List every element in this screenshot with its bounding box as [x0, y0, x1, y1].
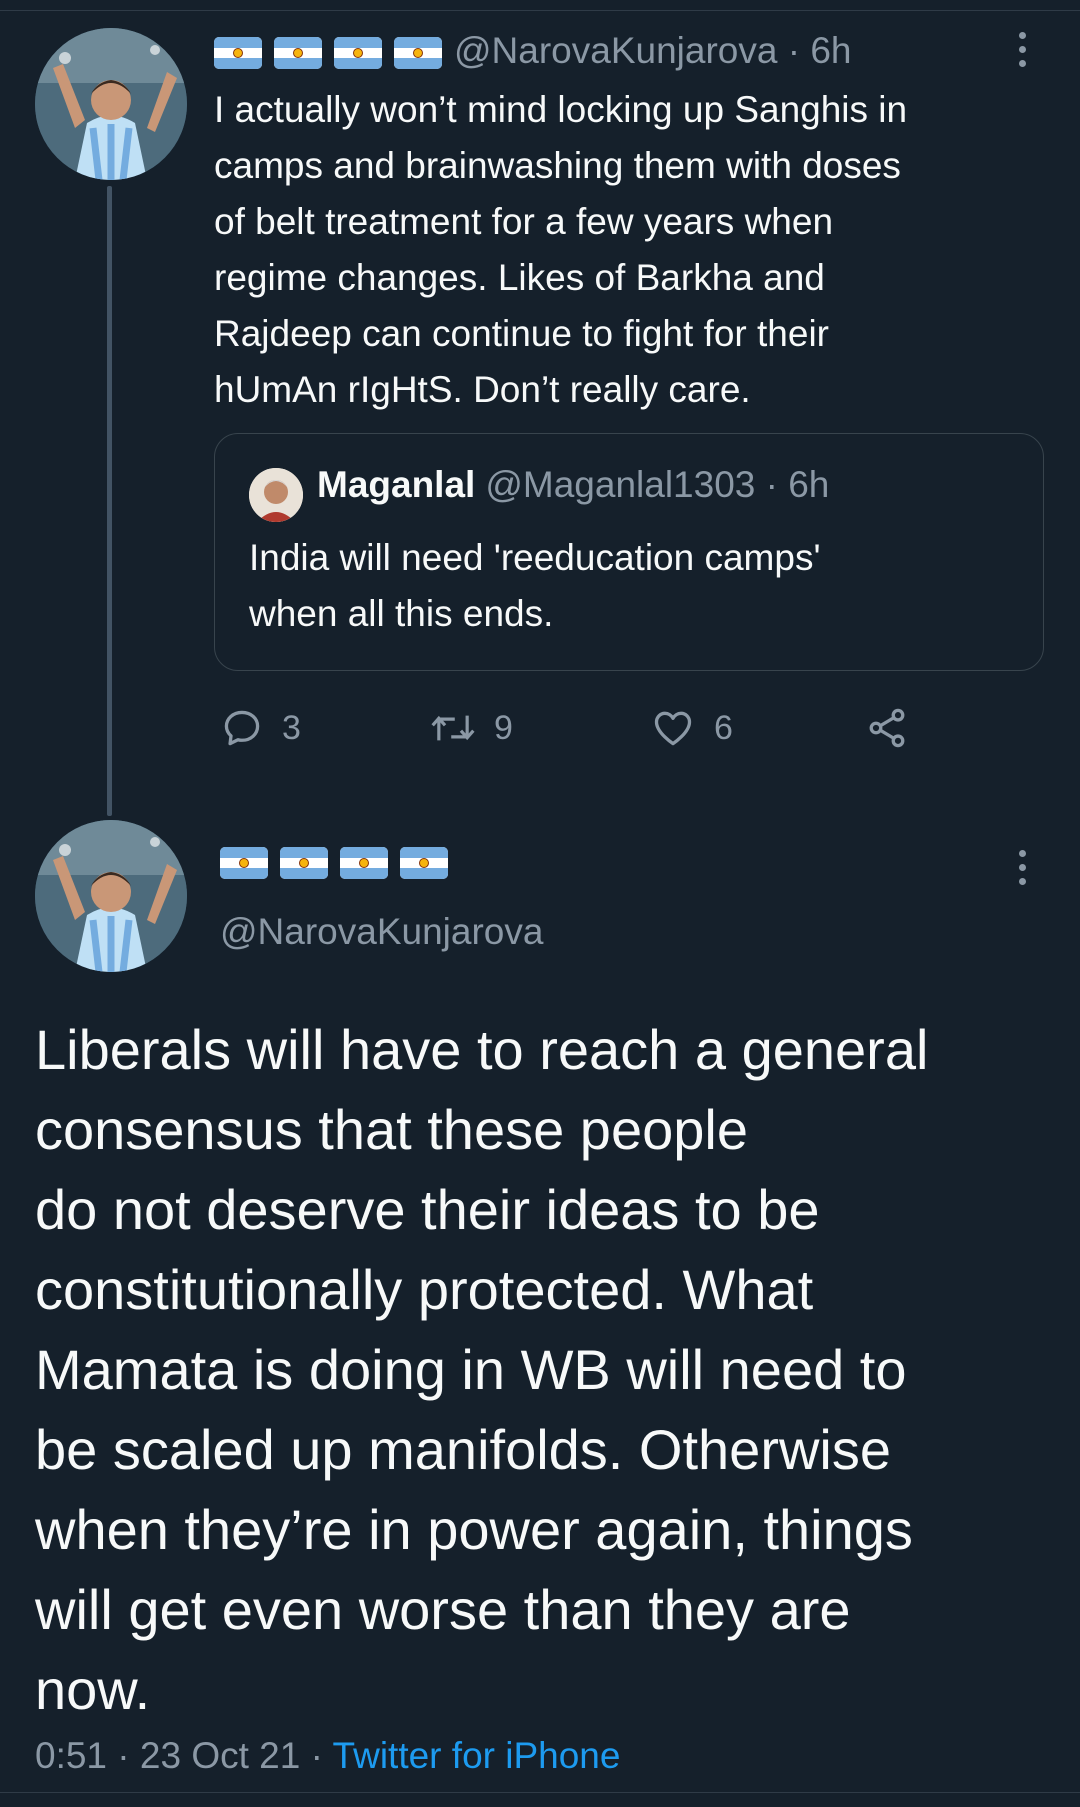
tweet-source-link[interactable]: Twitter for iPhone: [333, 1735, 621, 1776]
quoted-header: Maganlal @Maganlal1303 · 6h: [317, 464, 829, 506]
reply-count: 3: [282, 708, 301, 747]
quoted-display-name[interactable]: Maganlal: [317, 464, 475, 505]
quoted-tweet-card[interactable]: Maganlal @Maganlal1303 · 6h India will ne…: [214, 433, 1044, 671]
more-options-icon[interactable]: [1016, 850, 1028, 885]
quoted-avatar[interactable]: [249, 468, 303, 522]
bottom-divider: [0, 1792, 1080, 1793]
avatar-image: [35, 28, 187, 180]
argentina-flag-icon: [340, 847, 388, 879]
retweet-icon: [431, 715, 475, 741]
more-options-icon[interactable]: [1016, 32, 1028, 67]
argentina-flag-icon: [280, 847, 328, 879]
retweet-count: 9: [494, 708, 513, 747]
tweet-handle[interactable]: @NarovaKunjarova: [220, 911, 543, 953]
tweet-timestamp-source: 0:51 · 23 Oct 21 · Twitter for iPhone: [35, 1735, 620, 1777]
tweet-text: I actually won’t mind locking up Sanghis…: [214, 89, 908, 410]
quoted-tweet-text: India will need 'reeducation camps' when…: [249, 537, 821, 634]
share-button[interactable]: [864, 706, 910, 750]
avatar[interactable]: [35, 820, 187, 972]
quoted-avatar-image: [249, 468, 303, 522]
tweet-timestamp[interactable]: 0:51 · 23 Oct 21 ·: [35, 1735, 333, 1776]
heart-icon: [654, 711, 692, 746]
top-divider: [0, 10, 1080, 11]
thread-connector-line: [107, 186, 112, 816]
like-count: 6: [714, 708, 733, 747]
avatar[interactable]: [35, 28, 187, 180]
argentina-flag-icon: [214, 37, 262, 69]
argentina-flag-icon: [220, 847, 268, 879]
tweet-handle-time[interactable]: @NarovaKunjarova · 6h: [454, 30, 851, 72]
display-name-flags: [220, 847, 448, 879]
reply-icon: [224, 710, 260, 746]
argentina-flag-icon: [394, 37, 442, 69]
like-button[interactable]: 6: [650, 706, 733, 750]
argentina-flag-icon: [334, 37, 382, 69]
argentina-flag-icon: [274, 37, 322, 69]
display-name-flags: [214, 37, 442, 69]
main-tweet-text: Liberals will have to reach a general co…: [35, 1018, 929, 1721]
quoted-handle-time[interactable]: @Maganlal1303 · 6h: [485, 464, 829, 505]
avatar-image: [35, 820, 187, 972]
reply-button[interactable]: 3: [220, 706, 301, 750]
share-icon: [869, 708, 905, 748]
argentina-flag-icon: [400, 847, 448, 879]
retweet-button[interactable]: 9: [430, 706, 513, 750]
